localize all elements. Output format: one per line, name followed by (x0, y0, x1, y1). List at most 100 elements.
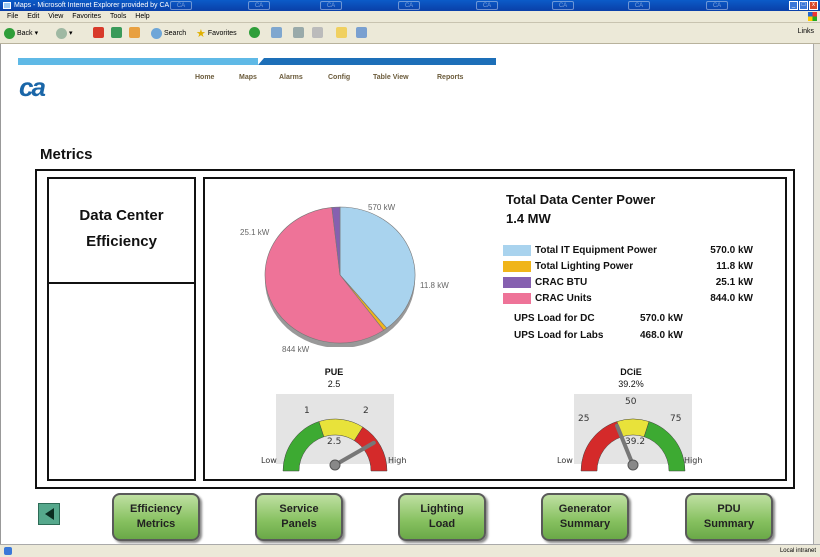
nav-alarms[interactable]: Alarms (279, 74, 303, 81)
favorites-browser-button[interactable]: ★ Favorites (196, 27, 237, 40)
gauge-tick-label: 1 (304, 406, 310, 416)
back-arrow-icon (4, 27, 15, 39)
gauge-dial-value: 2.5 (327, 437, 341, 447)
stop-icon[interactable] (93, 27, 104, 38)
ca-watermark-icon: CA (476, 1, 498, 10)
search-icon (151, 27, 162, 39)
pdu-summary-button[interactable]: PDU Summary (685, 493, 773, 541)
legend-row: CRAC Units 844.0 kW (503, 292, 753, 305)
legend-value: 844.0 kW (710, 293, 753, 304)
forward-browser-button[interactable]: ▾ (56, 27, 73, 39)
gauge-dial-value: 39.2 (625, 437, 645, 447)
legend-name: Total IT Equipment Power (535, 245, 658, 256)
vertical-scrollbar[interactable] (813, 44, 820, 544)
minimize-button[interactable]: _ (789, 1, 798, 10)
ca-watermark-icon: CA (398, 1, 420, 10)
pie-label-lighting: 11.8 kW (420, 281, 449, 290)
left-panel-divider (49, 282, 194, 284)
header-banner-light (18, 58, 258, 65)
pue-title: PUE (324, 367, 344, 377)
ca-watermark-icon: CA (552, 1, 574, 10)
legend-swatch (503, 261, 531, 272)
gauge-hub (627, 459, 639, 471)
legend-swatch (503, 293, 531, 304)
menu-help[interactable]: Help (135, 11, 149, 22)
legend-swatch (503, 245, 531, 256)
security-zone: Local intranet (779, 548, 816, 554)
legend-swatch (503, 277, 531, 288)
page-status-icon (4, 547, 12, 555)
pue-gauge: 1 2 2.5 Low High (261, 394, 406, 472)
ups-row: UPS Load for Labs 468.0 kW (514, 330, 694, 343)
back-browser-button[interactable]: Back ▾ (4, 27, 38, 39)
print-icon[interactable] (293, 27, 304, 38)
browser-toolbar: Back ▾ ▾ Search ★ Favorites Links (0, 23, 820, 44)
menu-view[interactable]: View (48, 11, 63, 22)
legend-name: Total Lighting Power (535, 261, 634, 272)
legend-value: 570.0 kW (710, 245, 753, 256)
ie-icon (3, 2, 11, 9)
pie-label-it: 570 kW (368, 203, 396, 212)
legend-row: Total IT Equipment Power 570.0 kW (503, 244, 753, 257)
ca-watermark-icon: CA (320, 1, 342, 10)
refresh-icon[interactable] (111, 27, 122, 38)
page-title: Metrics (40, 146, 93, 163)
gauge-tick-label: 2 (363, 406, 369, 416)
gauge-tick-label: 75 (670, 414, 681, 424)
legend-row: Total Lighting Power 11.8 kW (503, 260, 753, 273)
gauge-tick-label: 25 (578, 414, 589, 424)
window-title: Maps - Microsoft Internet Explorer provi… (14, 2, 170, 9)
history-icon[interactable] (249, 27, 260, 38)
ca-watermark-icon: CA (706, 1, 728, 10)
nav-home[interactable]: Home (195, 74, 214, 81)
menu-tools[interactable]: Tools (110, 11, 126, 22)
legend-row: CRAC BTU 25.1 kW (503, 276, 753, 289)
ups-value: 468.0 kW (640, 330, 683, 341)
menu-edit[interactable]: Edit (27, 11, 39, 22)
windows-logo-icon (808, 12, 817, 21)
legend-name: CRAC Units (535, 293, 592, 304)
maximize-button[interactable]: □ (799, 1, 808, 10)
ups-row: UPS Load for DC 570.0 kW (514, 313, 694, 326)
pie-label-crac-btu: 25.1 kW (240, 228, 270, 237)
window-titlebar: Maps - Microsoft Internet Explorer provi… (0, 0, 820, 11)
header-banner-dark (258, 58, 496, 65)
messenger-icon[interactable] (356, 27, 367, 38)
legend-value: 11.8 kW (716, 261, 753, 272)
nav-table-view[interactable]: Table View (373, 74, 409, 81)
left-panel: Data Center Efficiency (47, 177, 196, 481)
pie-label-crac-units: 844 kW (282, 345, 310, 354)
edit-icon[interactable] (312, 27, 323, 38)
gauge-min-label: Low (557, 456, 573, 465)
search-browser-button[interactable]: Search (151, 27, 186, 39)
power-total: 1.4 MW (506, 211, 551, 226)
legend-name: CRAC BTU (535, 277, 588, 288)
menu-file[interactable]: File (7, 11, 18, 22)
mail-icon[interactable] (271, 27, 282, 38)
gauge-max-label: High (684, 456, 702, 465)
gauge-max-label: High (388, 456, 406, 465)
dcie-title: DCiE (620, 367, 642, 377)
folder-icon[interactable] (336, 27, 347, 38)
gauge-min-label: Low (261, 456, 277, 465)
nav-maps[interactable]: Maps (239, 74, 257, 81)
home-icon[interactable] (129, 27, 140, 38)
generator-summary-button[interactable]: Generator Summary (541, 493, 629, 541)
ups-name: UPS Load for Labs (514, 330, 604, 341)
dcie-value: 39.2% (618, 379, 644, 389)
efficiency-metrics-button[interactable]: Efficiency Metrics (112, 493, 200, 541)
lighting-load-button[interactable]: Lighting Load (398, 493, 486, 541)
nav-config[interactable]: Config (328, 74, 350, 81)
nav-reports[interactable]: Reports (437, 74, 463, 81)
gauge-hub (329, 459, 341, 471)
links-label[interactable]: Links (798, 28, 814, 35)
ca-logo[interactable]: ca (19, 72, 46, 103)
service-panels-button[interactable]: Service Panels (255, 493, 343, 541)
close-button[interactable]: x (809, 1, 818, 10)
forward-arrow-icon (56, 27, 67, 39)
menu-favorites[interactable]: Favorites (72, 11, 101, 22)
status-bar: Local intranet (0, 544, 820, 557)
star-icon: ★ (196, 27, 206, 40)
power-pie-chart (264, 206, 416, 347)
back-arrow-button[interactable] (38, 503, 60, 525)
